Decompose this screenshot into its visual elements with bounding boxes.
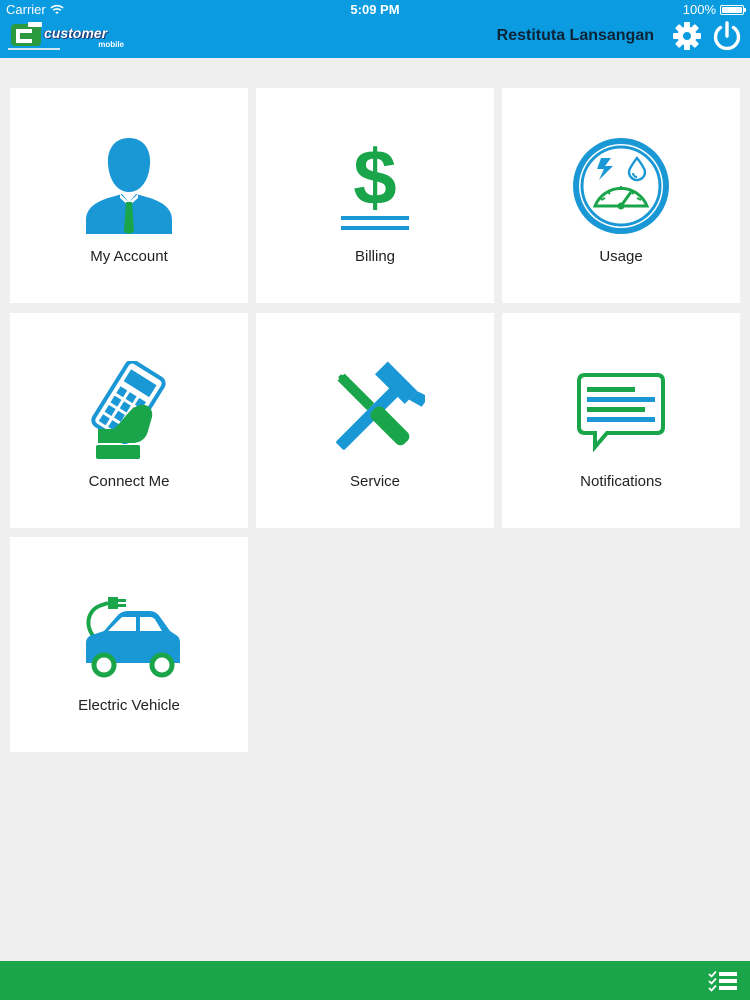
message-icon (577, 373, 665, 453)
app-screen: Carrier 5:09 PM 100% customer mobile Res… (0, 0, 750, 1000)
tile-connect-me[interactable]: Connect Me (10, 313, 248, 528)
svg-text:$: $ (353, 136, 396, 221)
gauge-icon (573, 138, 669, 234)
settings-button[interactable] (672, 21, 702, 51)
checklist-icon (708, 970, 737, 992)
tile-label: Connect Me (88, 473, 170, 490)
battery-icon (720, 4, 746, 15)
logo-text: customer (44, 25, 108, 41)
logout-button[interactable] (710, 19, 744, 53)
battery-fill (722, 6, 742, 13)
tile-service[interactable]: Service (256, 313, 494, 528)
tile-billing[interactable]: $ Billing (256, 88, 494, 303)
gear-icon (673, 22, 701, 50)
tile-label: Service (349, 473, 401, 490)
app-logo: customer mobile (8, 19, 130, 53)
tile-notifications[interactable]: Notifications (502, 313, 740, 528)
checklist-button[interactable] (708, 970, 738, 992)
header-bar: Carrier 5:09 PM 100% customer mobile Res… (0, 0, 750, 58)
tools-icon (336, 361, 425, 450)
bottom-toolbar (0, 961, 750, 1000)
electric-car-icon (86, 597, 180, 678)
battery-indicator: 100% (682, 2, 746, 17)
tile-usage[interactable]: Usage (502, 88, 740, 303)
tile-electric-vehicle[interactable]: Electric Vehicle (10, 537, 248, 752)
tile-my-account[interactable]: My Account (10, 88, 248, 303)
tile-label: Billing (354, 248, 396, 265)
phone-keypad-icon (91, 361, 166, 459)
tile-label: My Account (90, 248, 168, 265)
power-icon (713, 21, 741, 51)
battery-label: 100% (682, 2, 716, 17)
tile-label: Electric Vehicle (78, 697, 180, 714)
status-time: 5:09 PM (350, 2, 400, 17)
dollar-icon: $ (341, 136, 409, 230)
tile-label: Usage (599, 248, 643, 265)
tile-label: Notifications (580, 473, 662, 490)
logo-subtext: mobile (98, 40, 124, 49)
user-name: Restituta Lansangan (496, 27, 654, 44)
person-icon (86, 138, 172, 234)
status-bar: Carrier 5:09 PM 100% (0, 0, 750, 20)
